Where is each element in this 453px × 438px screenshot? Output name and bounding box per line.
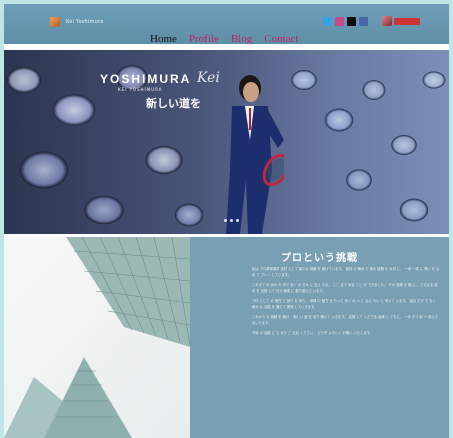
user-badge[interactable] xyxy=(394,17,420,25)
twitter-icon[interactable] xyxy=(323,17,332,26)
body-paragraph: プロ として の 責任 と 誇り を 持ち、 卓球 の 魅力 を もっと 多く … xyxy=(252,299,436,309)
slide-dot[interactable] xyxy=(230,219,233,222)
player-photo xyxy=(226,75,284,234)
instagram-icon[interactable] xyxy=(335,17,344,26)
hero-title: YOSHIMURA xyxy=(100,72,192,86)
body-paragraph: これまで の 歩み の 中で 多く の 方々 に 支え られ、 ここ まで 来る… xyxy=(252,283,438,293)
brand-name: Kei Yoshimura xyxy=(66,19,104,25)
brand-logo-icon xyxy=(50,17,60,27)
social-links xyxy=(323,17,368,26)
body-paragraph: 今後 の 活動 に も ぜひ ご 注目 ください。 どうぞ よろしく お願い い… xyxy=(252,331,374,335)
body-paragraph: これから も 挑戦 を 続け、 新しい 道 を 切り 開いて いきます。 応援 … xyxy=(252,315,438,325)
hero-subtitle: KEI YOSHIMURA xyxy=(118,87,163,92)
avatar[interactable] xyxy=(382,16,392,26)
slide-dot[interactable] xyxy=(224,219,227,222)
top-bar: Kei Yoshimura Home Profile Blog Contact xyxy=(4,4,449,45)
body-paragraph: 私は プロ卓球選手 吉村 として 新たな 挑戦 を 続けています。 競技 の 舞… xyxy=(252,267,440,277)
hero-tagline: 新しい道を xyxy=(146,97,201,110)
user-chip[interactable] xyxy=(382,16,420,26)
slide-dot[interactable] xyxy=(236,219,239,222)
page: Kei Yoshimura Home Profile Blog Contact … xyxy=(4,4,449,438)
content-section: プロという挑戦 私は プロ卓球選手 吉村 として 新たな 挑戦 を 続けています… xyxy=(190,237,449,438)
section-body: 私は プロ卓球選手 吉村 として 新たな 挑戦 を 続けています。 競技 の 舞… xyxy=(252,266,440,340)
section-title: プロという挑戦 xyxy=(281,253,358,264)
brand[interactable]: Kei Yoshimura xyxy=(50,17,103,27)
building-photo xyxy=(4,237,190,438)
facebook-icon[interactable] xyxy=(359,17,368,26)
tiktok-icon[interactable] xyxy=(347,17,356,26)
slider-dots[interactable] xyxy=(224,219,239,222)
hero-slider[interactable]: YOSHIMURA Kei KEI YOSHIMURA 新しい道を xyxy=(4,50,449,234)
